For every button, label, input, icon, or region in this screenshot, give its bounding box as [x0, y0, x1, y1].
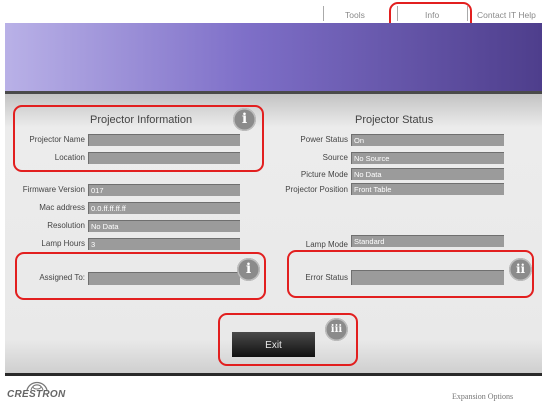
projector-status-title: Projector Status [355, 114, 434, 126]
panel-bottom-bar [5, 373, 542, 376]
source-label: Source [322, 153, 348, 162]
firmware-version-label: Firmware Version [22, 185, 85, 194]
resolution-label: Resolution [47, 221, 85, 230]
power-status-label: Power Status [300, 135, 348, 144]
header-banner [5, 23, 542, 91]
lamp-hours-field: 3 [88, 238, 240, 250]
nav-contact-link[interactable]: Contact IT Help [477, 10, 536, 20]
projector-position-label: Projector Position [285, 185, 348, 194]
projector-information-highlight-box [13, 105, 264, 172]
nav-separator [323, 6, 324, 21]
resolution-field: No Data [88, 220, 240, 232]
lamp-mode-label: Lamp Mode [305, 240, 348, 249]
source-field: No Source [351, 152, 504, 164]
crestron-logo-text: CRESTRON [7, 389, 66, 400]
picture-mode-field: No Data [351, 168, 504, 180]
annotation-badge-i: i [233, 108, 256, 131]
firmware-version-field: 017 [88, 184, 240, 196]
error-status-highlight-box [287, 250, 534, 298]
annotation-badge-iii: iii [325, 318, 348, 341]
assigned-to-highlight-box [15, 252, 266, 300]
picture-mode-label: Picture Mode [300, 170, 348, 179]
lamp-hours-label: Lamp Hours [41, 239, 85, 248]
mac-address-field: 0.0.ff.ff.ff.ff [88, 202, 240, 214]
mac-address-label: Mac address [39, 203, 85, 212]
exit-button[interactable]: Exit [232, 332, 315, 357]
power-status-field: On [351, 134, 504, 146]
annotation-badge-ii: ii [509, 258, 532, 281]
annotation-badge-i: i [237, 258, 260, 281]
projector-position-field: Front Table [351, 183, 504, 195]
expansion-options-link[interactable]: Expansion Options [452, 392, 513, 401]
nav-tools-link[interactable]: Tools [345, 10, 365, 20]
lamp-mode-field: Standard [351, 235, 504, 247]
